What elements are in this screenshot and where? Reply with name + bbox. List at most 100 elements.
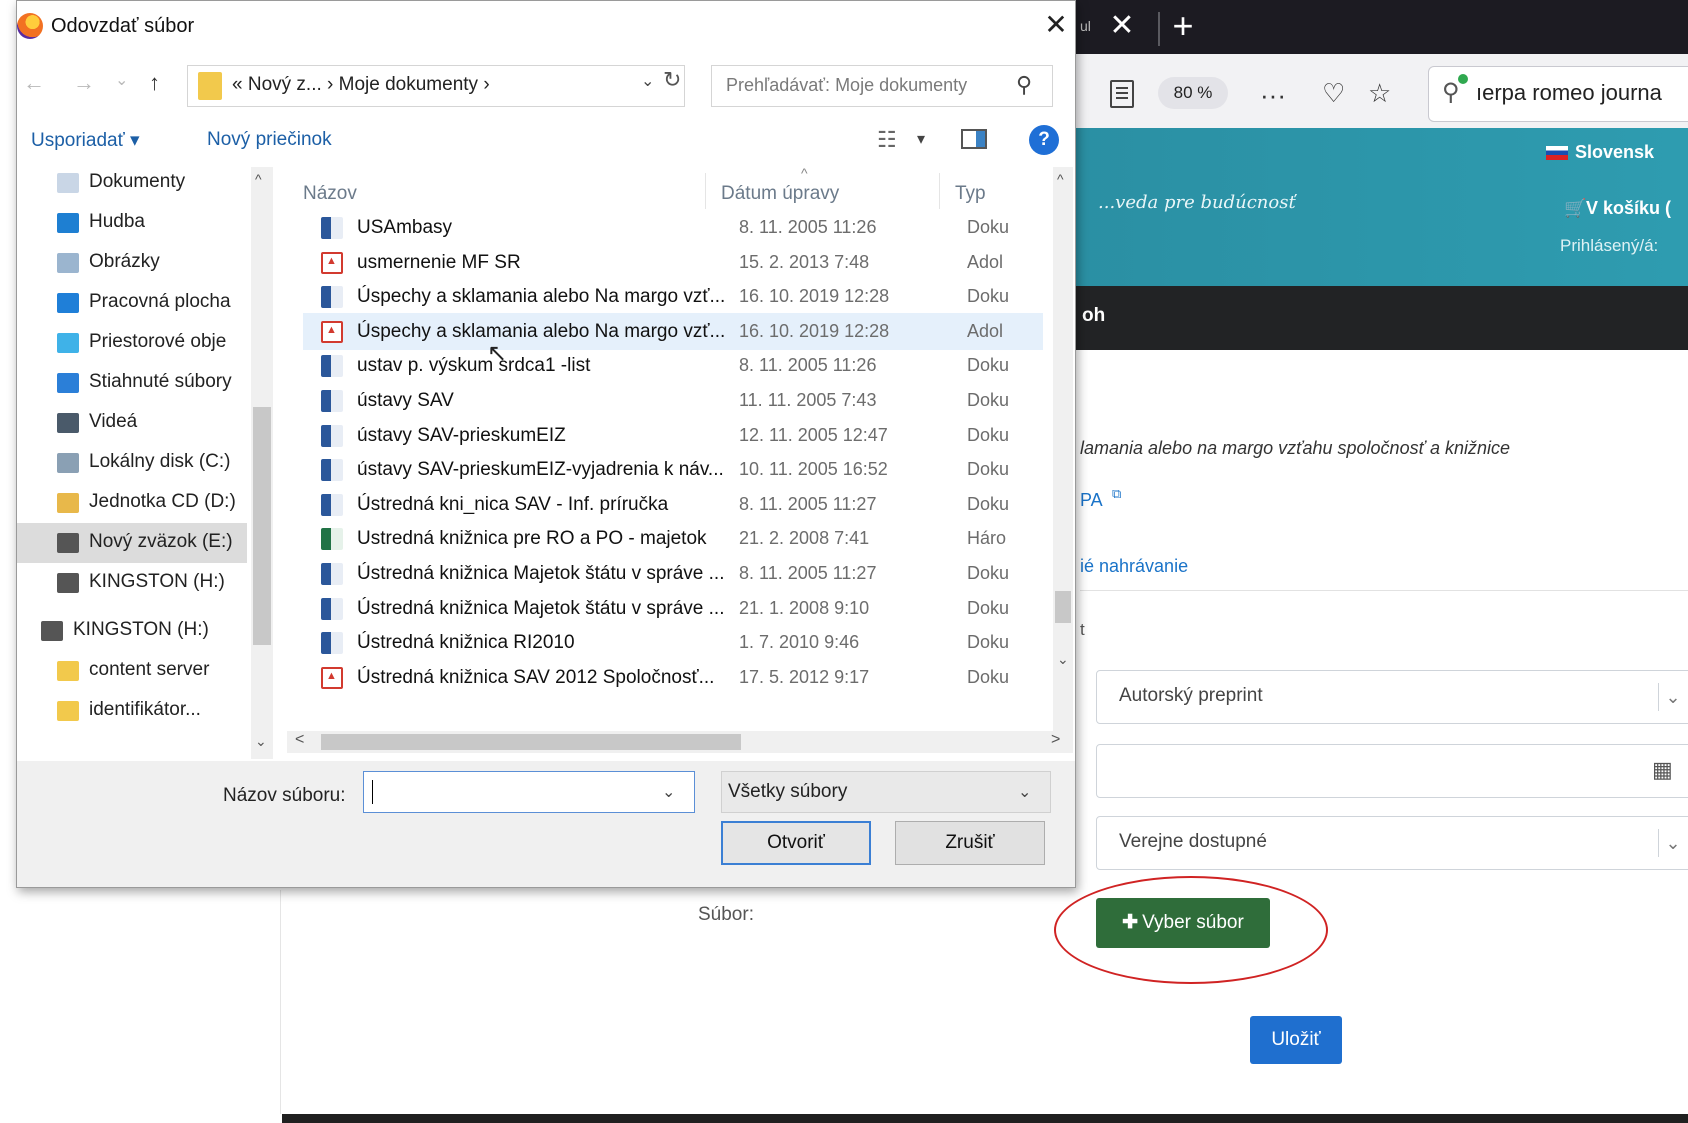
nav-item[interactable]: Videá bbox=[17, 403, 247, 443]
file-row[interactable]: Ústredná knižnica Majetok štátu v správe… bbox=[303, 555, 1043, 592]
scroll-down-icon[interactable]: ⌄ bbox=[1057, 651, 1069, 668]
pdf-file-icon bbox=[321, 252, 343, 274]
nav-item[interactable]: Obrázky bbox=[17, 243, 247, 283]
column-type[interactable]: Typ bbox=[955, 183, 986, 205]
music-icon bbox=[57, 213, 79, 233]
chevron-down-icon[interactable]: ⌄ bbox=[641, 71, 654, 91]
file-row[interactable]: Ústredná knižnica RI2010 1. 7. 2010 9:46 D… bbox=[303, 624, 1043, 661]
file-row[interactable]: USAmbasy 8. 11. 2005 11:26 Doku bbox=[303, 209, 1043, 246]
chevron-down-icon: ⌄ bbox=[1658, 829, 1687, 857]
file-date-modified: 8. 11. 2005 11:26 bbox=[739, 355, 877, 375]
embargo-date-input[interactable] bbox=[1096, 744, 1688, 798]
nav-pane-scrollbar[interactable]: ^ ⌄ bbox=[251, 167, 273, 759]
nav-item[interactable]: Nový zväzok (E:) bbox=[17, 523, 247, 563]
nav-item[interactable]: Pracovná plocha bbox=[17, 283, 247, 323]
upload-tab-link[interactable]: ié nahrávanie bbox=[1080, 556, 1188, 577]
scroll-right-icon[interactable]: > bbox=[1051, 731, 1060, 749]
file-list-hscrollbar[interactable]: < > bbox=[287, 731, 1073, 753]
reader-view-icon[interactable] bbox=[1110, 80, 1134, 108]
new-folder-button[interactable]: Nový priečinok bbox=[207, 129, 332, 151]
address-breadcrumb[interactable]: « Nový z... › Moje dokumenty › bbox=[187, 65, 685, 107]
slovak-flag-icon[interactable] bbox=[1546, 146, 1568, 160]
column-date-modified[interactable]: Dátum úpravy bbox=[721, 183, 839, 205]
file-row[interactable]: Úspechy a sklamania alebo Na margo vzť..… bbox=[303, 313, 1043, 350]
nav-item[interactable]: KINGSTON (H:) bbox=[17, 563, 247, 603]
column-name[interactable]: Názov bbox=[303, 183, 357, 205]
cart-link[interactable]: V košíku ( bbox=[1586, 198, 1671, 219]
help-icon[interactable]: ? bbox=[1029, 125, 1059, 155]
file-row[interactable]: ústavy SAV 11. 11. 2005 7:43 Doku bbox=[303, 382, 1043, 419]
new-tab-icon[interactable]: + bbox=[1166, 6, 1200, 46]
nav-item[interactable]: Jednotka CD (D:) bbox=[17, 483, 247, 523]
nav-item[interactable]: Hudba bbox=[17, 203, 247, 243]
scroll-left-icon[interactable]: < bbox=[295, 731, 304, 749]
file-row[interactable]: ústavy SAV-prieskumEIZ 12. 11. 2005 12:47… bbox=[303, 417, 1043, 454]
close-icon[interactable]: ✕ bbox=[1039, 7, 1073, 43]
address-text[interactable]: ıerpa romeo journa bbox=[1476, 80, 1662, 106]
nav-item[interactable]: Priestorové obje bbox=[17, 323, 247, 363]
zoom-level-badge[interactable]: 80 % bbox=[1158, 77, 1228, 109]
file-name: Ustredná knižnica pre RO a PO - majetok bbox=[357, 528, 707, 549]
file-list-scrollbar[interactable]: ^ ⌄ bbox=[1053, 167, 1073, 731]
pocket-icon[interactable]: ♡ bbox=[1322, 78, 1345, 108]
refresh-icon[interactable]: ↻ bbox=[663, 67, 681, 93]
breadcrumb-path[interactable]: « Nový z... › Moje dokumenty › bbox=[232, 74, 490, 96]
document-description: lamania alebo na margo vzťahu spoločnosť… bbox=[1080, 438, 1510, 458]
nav-item[interactable]: KINGSTON (H:) bbox=[17, 611, 247, 651]
file-type-filter[interactable]: Všetky súbory ⌄ bbox=[721, 771, 1051, 813]
scroll-thumb[interactable] bbox=[253, 407, 271, 645]
file-row[interactable]: Ustredná knižnica pre RO a PO - majetok 2… bbox=[303, 520, 1043, 557]
open-button[interactable]: Otvoriť bbox=[721, 821, 871, 865]
file-row[interactable]: ustav p. výskum srdca1 -list 8. 11. 2005 … bbox=[303, 347, 1043, 384]
nav-item[interactable]: identifikátor... bbox=[17, 691, 247, 731]
scroll-thumb[interactable] bbox=[321, 734, 741, 750]
file-type: Doku bbox=[967, 598, 1010, 618]
file-row[interactable]: Ústredná knižnica Majetok štátu v správe… bbox=[303, 590, 1043, 627]
version-select[interactable]: Autorský preprint ⌄ bbox=[1096, 670, 1688, 724]
file-row[interactable]: Ústredná kni_nica SAV - Inf. príručka 8. … bbox=[303, 486, 1043, 523]
language-switch[interactable]: Slovensk bbox=[1575, 142, 1654, 163]
pictures-icon bbox=[57, 253, 79, 273]
chevron-down-icon[interactable]: ▾ bbox=[917, 129, 925, 149]
bookmark-star-icon[interactable]: ☆ bbox=[1368, 78, 1391, 108]
nav-item-label: KINGSTON (H:) bbox=[89, 571, 225, 592]
nav-item[interactable]: content server bbox=[17, 651, 247, 691]
forward-icon[interactable]: → bbox=[73, 69, 95, 97]
file-name: usmernenie MF SR bbox=[357, 252, 521, 273]
tab-close-icon[interactable]: ✕ bbox=[1107, 8, 1137, 44]
filename-input[interactable]: ⌄ bbox=[363, 771, 695, 813]
nav-item[interactable]: Lokálny disk (C:) bbox=[17, 443, 247, 483]
preview-pane-icon[interactable] bbox=[961, 129, 987, 149]
scroll-up-icon[interactable]: ^ bbox=[1057, 171, 1064, 187]
file-name: ustav p. výskum srdca1 -list bbox=[357, 355, 591, 376]
view-options-icon[interactable]: ☷ bbox=[877, 127, 897, 153]
nav-item[interactable]: Dokumenty bbox=[17, 167, 247, 203]
file-row[interactable]: ústavy SAV-prieskumEIZ-vyjadrenia k náv.… bbox=[303, 451, 1043, 488]
sherpa-link[interactable]: PA bbox=[1080, 490, 1103, 511]
access-select[interactable]: Verejne dostupné ⌄ bbox=[1096, 816, 1688, 870]
chevron-down-icon[interactable]: ⌄ bbox=[662, 782, 675, 802]
cart-icon[interactable]: 🛒 bbox=[1564, 198, 1586, 219]
overflow-menu-icon[interactable]: ··· bbox=[1260, 80, 1286, 110]
calendar-icon[interactable]: ▦ bbox=[1652, 757, 1673, 783]
save-button[interactable]: Uložiť bbox=[1250, 1016, 1342, 1064]
search-input[interactable]: Prehľadávať: Moje dokumenty ⚲ bbox=[711, 65, 1053, 107]
up-folder-icon[interactable]: ↑ bbox=[149, 69, 160, 97]
scroll-up-icon[interactable]: ^ bbox=[255, 171, 262, 187]
recent-locations-icon[interactable]: ⌄ bbox=[115, 67, 128, 95]
nav-item[interactable]: Stiahnuté súbory bbox=[17, 363, 247, 403]
scroll-down-icon[interactable]: ⌄ bbox=[255, 733, 267, 750]
file-row[interactable]: Ústredná knižnica SAV 2012 Spoločnosť...… bbox=[303, 659, 1043, 696]
scroll-thumb[interactable] bbox=[1055, 591, 1071, 623]
file-date-modified: 10. 11. 2005 16:52 bbox=[739, 459, 888, 479]
browser-tab-title[interactable]: ul bbox=[1080, 18, 1091, 34]
site-nav-item[interactable]: oh bbox=[1082, 305, 1105, 327]
file-row[interactable]: usmernenie MF SR 15. 2. 2013 7:48 Adol bbox=[303, 244, 1043, 281]
back-icon[interactable]: ← bbox=[23, 69, 45, 97]
file-row[interactable]: Úspechy a sklamania alebo Na margo vzť..… bbox=[303, 278, 1043, 315]
organize-button[interactable]: Usporiadať ▾ bbox=[31, 129, 140, 152]
tab-separator bbox=[1158, 12, 1160, 46]
mouse-cursor-icon: ↖ bbox=[487, 340, 508, 367]
cancel-button[interactable]: Zrušiť bbox=[895, 821, 1045, 865]
page-left-strip bbox=[0, 0, 16, 1123]
